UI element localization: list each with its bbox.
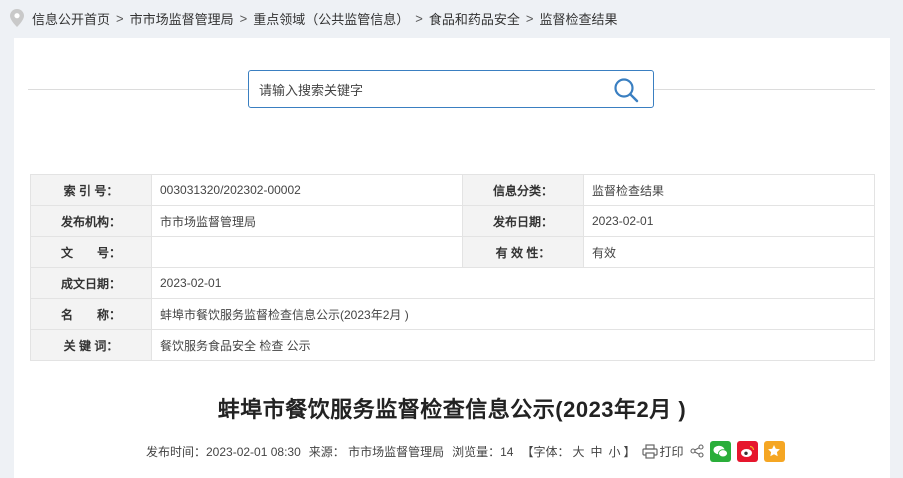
wechat-icon xyxy=(713,445,728,457)
share-icon[interactable] xyxy=(689,444,704,458)
keywords-label: 关 键 词： xyxy=(30,329,152,361)
publish-date-value: 2023-02-01 xyxy=(583,205,875,237)
font-size-suffix: 】 xyxy=(623,444,636,459)
index-number-value: 003031320/202302-00002 xyxy=(151,174,463,206)
document-name-value: 蚌埠市餐饮服务监督检查信息公示(2023年2月 ) xyxy=(151,298,875,330)
search-box xyxy=(248,70,654,109)
font-size-large-button[interactable]: 大 xyxy=(572,443,584,460)
document-number-value xyxy=(151,236,463,268)
print-icon[interactable] xyxy=(641,443,658,459)
favorite-icon xyxy=(768,445,780,457)
content-panel: 索 引 号： 003031320/202302-00002 信息分类： 监督检查… xyxy=(14,38,890,478)
index-number-label: 索 引 号： xyxy=(30,174,152,206)
view-count: 浏览量：14 xyxy=(452,444,514,459)
font-size-prefix: 【字体： xyxy=(521,444,570,459)
category-label: 信息分类： xyxy=(462,174,584,206)
created-date-value: 2023-02-01 xyxy=(151,267,875,299)
document-name-label: 名 称： xyxy=(30,298,152,330)
divider-right xyxy=(654,89,875,90)
search-input[interactable] xyxy=(257,71,601,109)
breadcrumb-food-drug[interactable]: 食品和药品安全 xyxy=(429,9,520,28)
breadcrumb-bureau[interactable]: 市市场监督管理局 xyxy=(130,9,234,28)
publish-date-label: 发布日期： xyxy=(462,205,584,237)
wechat-share-button[interactable] xyxy=(709,440,731,462)
table-row: 关 键 词： 餐饮服务食品安全 检查 公示 xyxy=(30,329,875,361)
document-number-label: 文 号： xyxy=(30,236,152,268)
breadcrumb-key-areas[interactable]: 重点领域（公共监管信息） xyxy=(253,9,409,28)
article-info-bar: 发布时间：2023-02-01 08:30 来源： 市市场监督管理局 浏览量：1… xyxy=(146,440,785,462)
breadcrumb-separator: > xyxy=(116,10,124,26)
table-row: 成文日期： 2023-02-01 xyxy=(30,267,875,299)
validity-label: 有 效 性： xyxy=(462,236,584,268)
publisher-value: 市市场监督管理局 xyxy=(151,205,463,237)
table-row: 文 号： 有 效 性： 有效 xyxy=(30,236,875,268)
breadcrumb: 信息公开首页 > 市市场监督管理局 > 重点领域（公共监管信息） > 食品和药品… xyxy=(0,0,903,36)
weibo-share-button[interactable] xyxy=(736,440,758,462)
search-icon[interactable] xyxy=(613,77,639,103)
breadcrumb-home[interactable]: 信息公开首页 xyxy=(32,9,110,28)
article-title: 蚌埠市餐饮服务监督检查信息公示(2023年2月 ) xyxy=(217,397,687,422)
breadcrumb-separator: > xyxy=(525,10,534,26)
created-date-label: 成文日期： xyxy=(30,267,152,299)
breadcrumb-inspection-results[interactable]: 监督检查结果 xyxy=(539,9,617,28)
validity-value: 有效 xyxy=(583,236,875,268)
table-row: 发布机构： 市市场监督管理局 发布日期： 2023-02-01 xyxy=(30,205,875,237)
document-metadata-table: 索 引 号： 003031320/202302-00002 信息分类： 监督检查… xyxy=(30,174,875,361)
divider-left xyxy=(28,89,248,90)
table-row: 索 引 号： 003031320/202302-00002 信息分类： 监督检查… xyxy=(30,174,875,206)
font-size-medium-button[interactable]: 中 xyxy=(590,443,602,460)
breadcrumb-separator: > xyxy=(239,10,248,26)
category-value: 监督检查结果 xyxy=(583,174,875,206)
publisher-label: 发布机构： xyxy=(30,205,152,237)
print-button[interactable]: 打印 xyxy=(660,443,684,460)
font-size-small-button[interactable]: 小 xyxy=(609,443,621,460)
breadcrumb-separator: > xyxy=(415,10,423,26)
table-row: 名 称： 蚌埠市餐饮服务监督检查信息公示(2023年2月 ) xyxy=(30,298,875,330)
weibo-icon xyxy=(740,445,754,457)
favorite-button[interactable] xyxy=(763,440,785,462)
keywords-value: 餐饮服务食品安全 检查 公示 xyxy=(151,329,875,361)
location-pin-icon xyxy=(10,9,24,27)
publish-time: 发布时间：2023-02-01 08:30 xyxy=(146,444,301,459)
article-source: 来源： 市市场监督管理局 xyxy=(308,444,445,459)
